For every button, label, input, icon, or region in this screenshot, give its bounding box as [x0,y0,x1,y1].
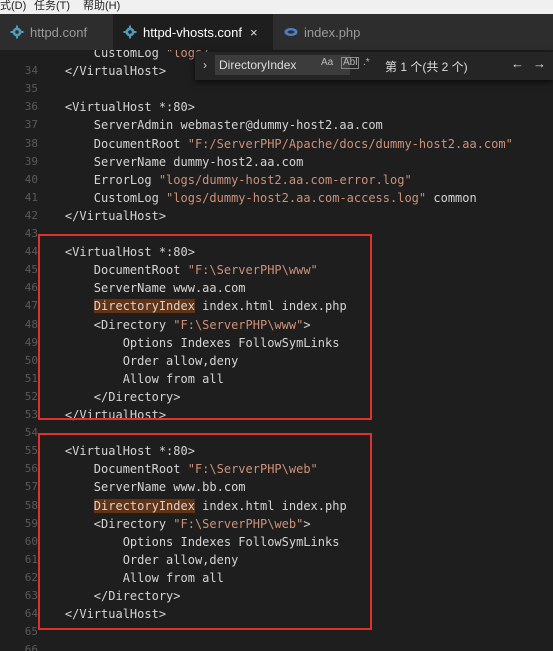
find-widget: › Aa Abl .* 第 1 个(共 2 个) ← → [195,52,553,80]
line-code: <VirtualHost *:80> [36,100,195,115]
string-token: "logs/dummy-host2.aa.com-access.log" [166,190,427,205]
chevron-right-icon[interactable]: › [203,58,207,72]
find-result-count: 第 1 个(共 2 个) [385,60,468,74]
highlight-box-web [38,433,372,630]
line-number: 36 [24,100,38,114]
code-line: 35 [0,80,553,98]
string-token: "F:/ServerPHP/Apache/docs/dummy-host2.aa… [187,136,513,151]
line-number: 56 [24,462,38,476]
tab-label: httpd.conf [30,24,88,40]
menu-item-format[interactable]: 式(D) [0,0,26,13]
line-number: 42 [24,208,38,222]
line-number: 40 [24,172,38,186]
line-code: </VirtualHost> [36,208,167,223]
highlight-box-www [38,234,372,420]
line-number: 62 [24,570,38,584]
line-number: 66 [24,643,38,651]
line-number: 37 [24,118,38,132]
line-number: 52 [24,389,38,403]
line-code: ServerName dummy-host2.aa.com [36,154,304,169]
close-icon[interactable]: × [250,25,258,40]
code-line: 40 ErrorLog "logs/dummy-host2.aa.com-err… [0,171,553,189]
line-number: 49 [24,335,38,349]
code-line: 36 <VirtualHost *:80> [0,98,553,116]
line-number: 51 [24,371,38,385]
line-number: 65 [24,625,38,639]
line-code: CustomLog "logs/ [36,50,210,62]
line-code: ServerAdmin webmaster@dummy-host2.aa.com [36,118,383,133]
line-number: 55 [24,444,38,458]
line-code: ErrorLog "logs/dummy-host2.aa.com-error.… [36,172,412,187]
line-number: 59 [24,516,38,530]
menu-item-task[interactable]: 任务(T) [34,0,70,13]
code-line: 37 ServerAdmin webmaster@dummy-host2.aa.… [0,116,553,134]
regex-toggle[interactable]: .* [363,57,370,68]
tab-index-php[interactable]: index.php [274,14,384,50]
line-number: 48 [24,317,38,331]
line-code: CustomLog "logs/dummy-host2.aa.com-acces… [36,190,477,205]
line-number: 57 [24,480,38,494]
line-number: 58 [24,498,38,512]
line-number: 45 [24,263,38,277]
line-number: 54 [24,426,38,440]
tab-httpd-vhosts-conf[interactable]: httpd-vhosts.conf × [113,14,273,50]
whole-word-toggle[interactable]: Abl [341,57,360,69]
string-token: "logs/dummy-host2.aa.com-error.log" [158,172,412,187]
menu-bar: 式(D) 任务(T) 帮助(H) [0,0,553,14]
line-number: 64 [24,607,38,621]
line-number: 43 [24,227,38,240]
line-number: 50 [24,353,38,367]
line-number: 39 [24,154,38,168]
code-line: 42 </VirtualHost> [0,207,553,225]
code-line: 41 CustomLog "logs/dummy-host2.aa.com-ac… [0,189,553,207]
code-line: 38 DocumentRoot "F:/ServerPHP/Apache/doc… [0,135,553,153]
line-number: 61 [24,552,38,566]
line-number: 60 [24,534,38,548]
line-number: 35 [24,82,38,96]
tab-label: index.php [304,24,361,40]
line-code: </VirtualHost> [36,64,167,79]
tab-label: httpd-vhosts.conf [143,24,242,40]
line-number: 63 [24,589,38,602]
php-icon [284,28,298,36]
match-case-toggle[interactable]: Aa [321,57,333,68]
line-number: 34 [24,64,38,78]
next-match-button[interactable]: → [533,56,546,71]
gear-icon [123,25,137,39]
menu-item-help[interactable]: 帮助(H) [83,0,120,13]
line-code: DocumentRoot "F:/ServerPHP/Apache/docs/d… [36,136,513,151]
gear-icon [10,25,24,39]
line-number: 47 [24,299,38,313]
line-number: 46 [24,281,38,295]
code-line: 66 [0,641,553,651]
line-number: 44 [24,245,38,259]
line-number: 41 [24,190,38,204]
line-number: 53 [24,408,38,421]
code-line: 39 ServerName dummy-host2.aa.com [0,153,553,171]
line-number: 38 [24,136,38,150]
previous-match-button[interactable]: ← [511,56,524,71]
tab-httpd-conf[interactable]: httpd.conf [0,14,112,50]
tab-bar: httpd.conf httpd-vhosts.conf × index.php [0,14,553,50]
